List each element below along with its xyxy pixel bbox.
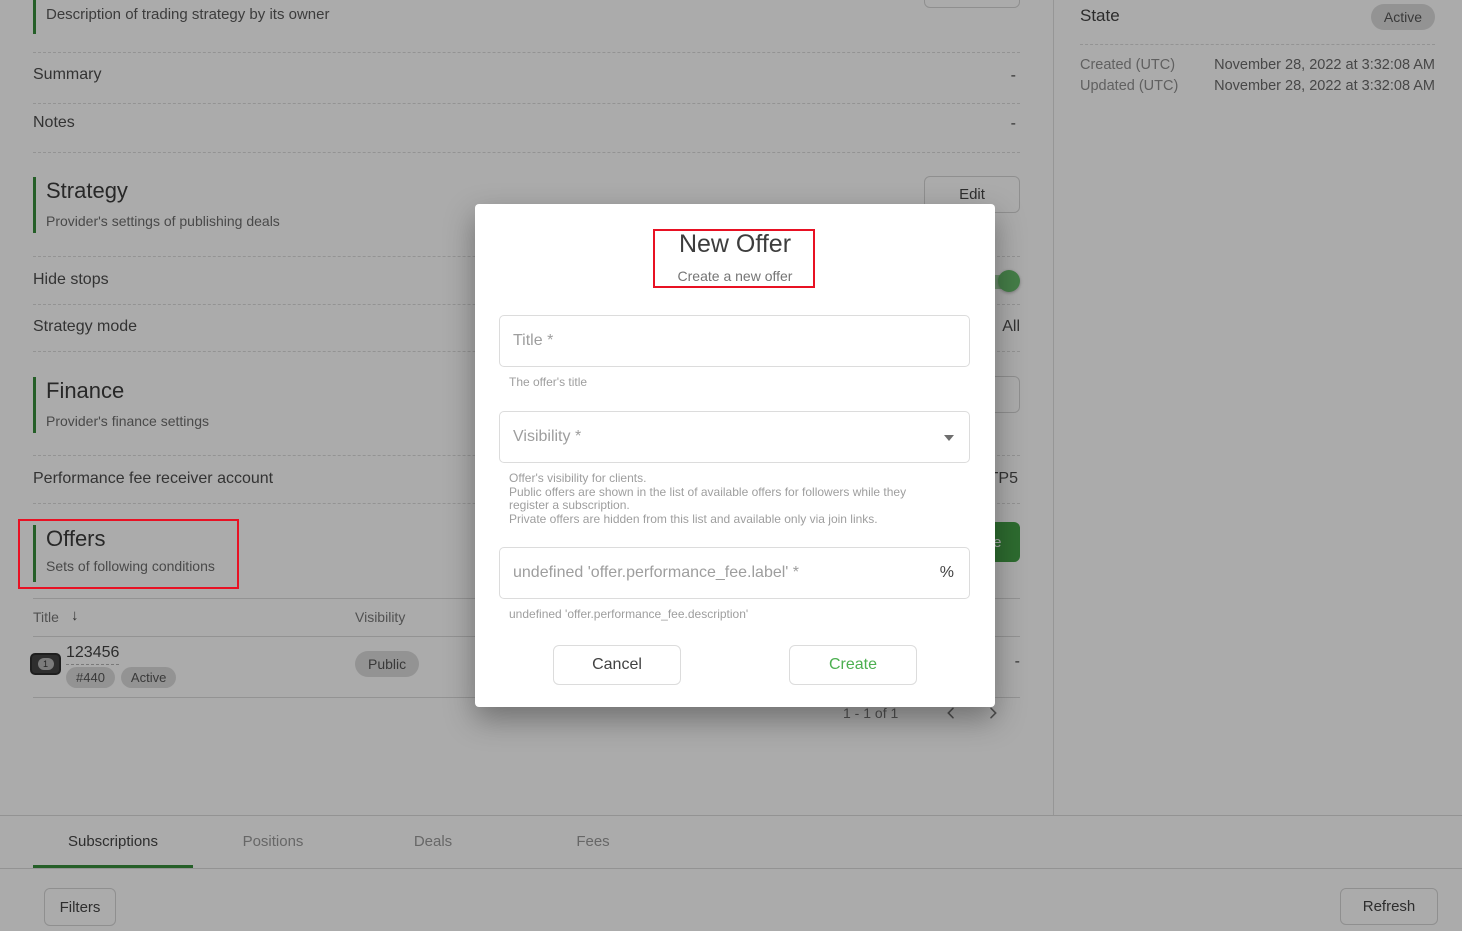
visibility-field-helper: Offer's visibility for clients. Public o… [509,472,969,526]
modal-subtitle: Create a new offer [475,268,995,284]
modal-title: New Offer [475,230,995,259]
offer-title-input[interactable] [500,316,969,366]
create-button[interactable]: Create [789,645,917,685]
title-field-wrapper [499,315,970,367]
cancel-button[interactable]: Cancel [553,645,681,685]
percent-suffix: % [940,548,954,598]
fee-field-helper: undefined 'offer.performance_fee.descrip… [509,608,748,622]
new-offer-modal: New Offer Create a new offer The offer's… [475,204,995,707]
chevron-down-icon [944,435,954,441]
performance-fee-input[interactable] [500,548,969,598]
visibility-select-label: Visibility * [500,412,969,462]
title-field-helper: The offer's title [509,376,587,390]
fee-field-wrapper: % [499,547,970,599]
visibility-select[interactable]: Visibility * [499,411,970,463]
